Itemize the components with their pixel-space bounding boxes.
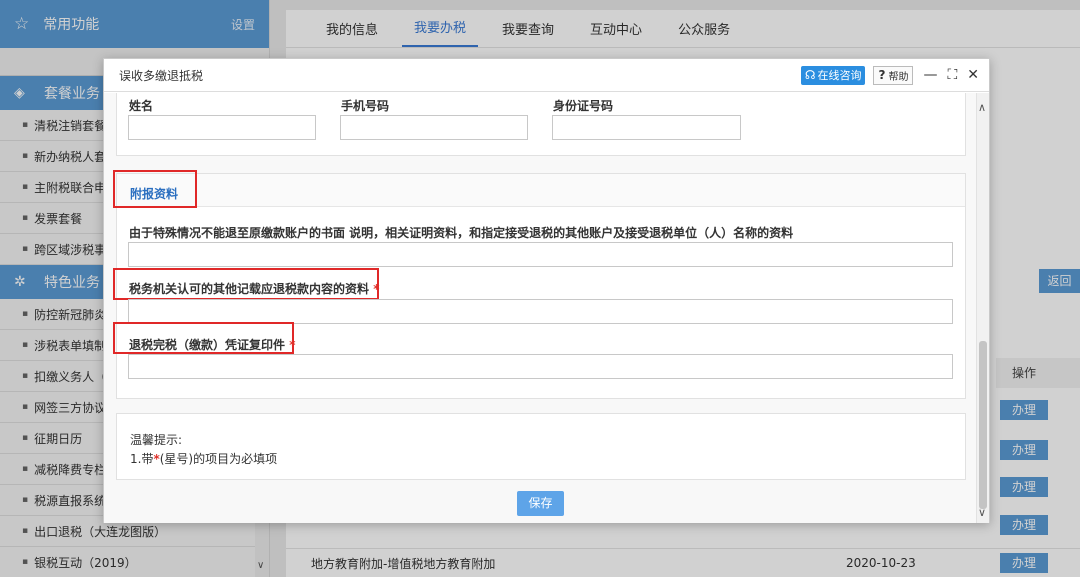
question-icon: ? — [878, 68, 886, 82]
dialog-body: 姓名 手机号码 身份证号码 附报资料 由于特殊情况不能退至原缴款账户的书面 说明… — [104, 93, 978, 523]
doc1-label: 由于特殊情况不能退至原缴款账户的书面 说明，相关证明资料，和指定接受退税的其他账… — [129, 226, 794, 240]
chevron-up-icon[interactable]: ∧ — [978, 101, 986, 114]
doc2-label: 税务机关认可的其他记载应退税款内容的资料 * — [129, 282, 380, 296]
doc3-input[interactable] — [128, 354, 953, 379]
required-mark: * — [289, 338, 296, 352]
tip-line: 1.带*(星号)的项目为必填项 — [130, 452, 278, 466]
tips-card: 温馨提示: 1.带*(星号)的项目为必填项 — [116, 413, 966, 480]
maximize-icon[interactable]: ⛶ — [947, 67, 957, 83]
doc1-input[interactable] — [128, 242, 953, 267]
dialog-header: 误收多缴退抵税 ☊ 在线咨询 ? 帮助 — ⛶ ✕ — [104, 59, 989, 92]
online-consult-button[interactable]: ☊ 在线咨询 — [800, 65, 866, 85]
contact-card: 姓名 手机号码 身份证号码 — [116, 93, 966, 156]
doc3-label: 退税完税（缴款）凭证复印件 * — [129, 338, 296, 352]
help-button[interactable]: ? 帮助 — [873, 65, 914, 85]
chevron-down-icon[interactable]: ∨ — [978, 506, 986, 519]
phone-input[interactable] — [340, 115, 528, 140]
id-number-label: 身份证号码 — [553, 99, 614, 113]
minimize-icon[interactable]: — — [923, 67, 937, 83]
headset-icon: ☊ — [804, 68, 816, 82]
required-mark: * — [373, 282, 380, 296]
refund-dialog: 误收多缴退抵税 ☊ 在线咨询 ? 帮助 — ⛶ ✕ 姓名 手机号码 身份证号码 … — [103, 58, 990, 523]
scrollbar-thumb[interactable] — [979, 341, 987, 509]
name-input[interactable] — [128, 115, 316, 140]
tip-title: 温馨提示: — [130, 433, 183, 447]
doc2-input[interactable] — [128, 299, 953, 324]
close-icon[interactable]: ✕ — [967, 67, 979, 83]
save-button[interactable]: 保存 — [517, 491, 564, 516]
name-label: 姓名 — [129, 99, 154, 113]
attachments-header: 附报资料 — [117, 174, 965, 207]
attachments-card: 附报资料 由于特殊情况不能退至原缴款账户的书面 说明，相关证明资料，和指定接受退… — [113, 170, 966, 399]
help-label: 帮助 — [888, 71, 909, 83]
highlight-box — [113, 170, 197, 208]
id-number-input[interactable] — [552, 115, 741, 140]
phone-label: 手机号码 — [341, 99, 390, 113]
dialog-title: 误收多缴退抵税 — [119, 68, 204, 83]
dialog-scrollbar[interactable]: ∧ ∨ — [976, 93, 989, 523]
online-consult-label: 在线咨询 — [817, 69, 862, 82]
